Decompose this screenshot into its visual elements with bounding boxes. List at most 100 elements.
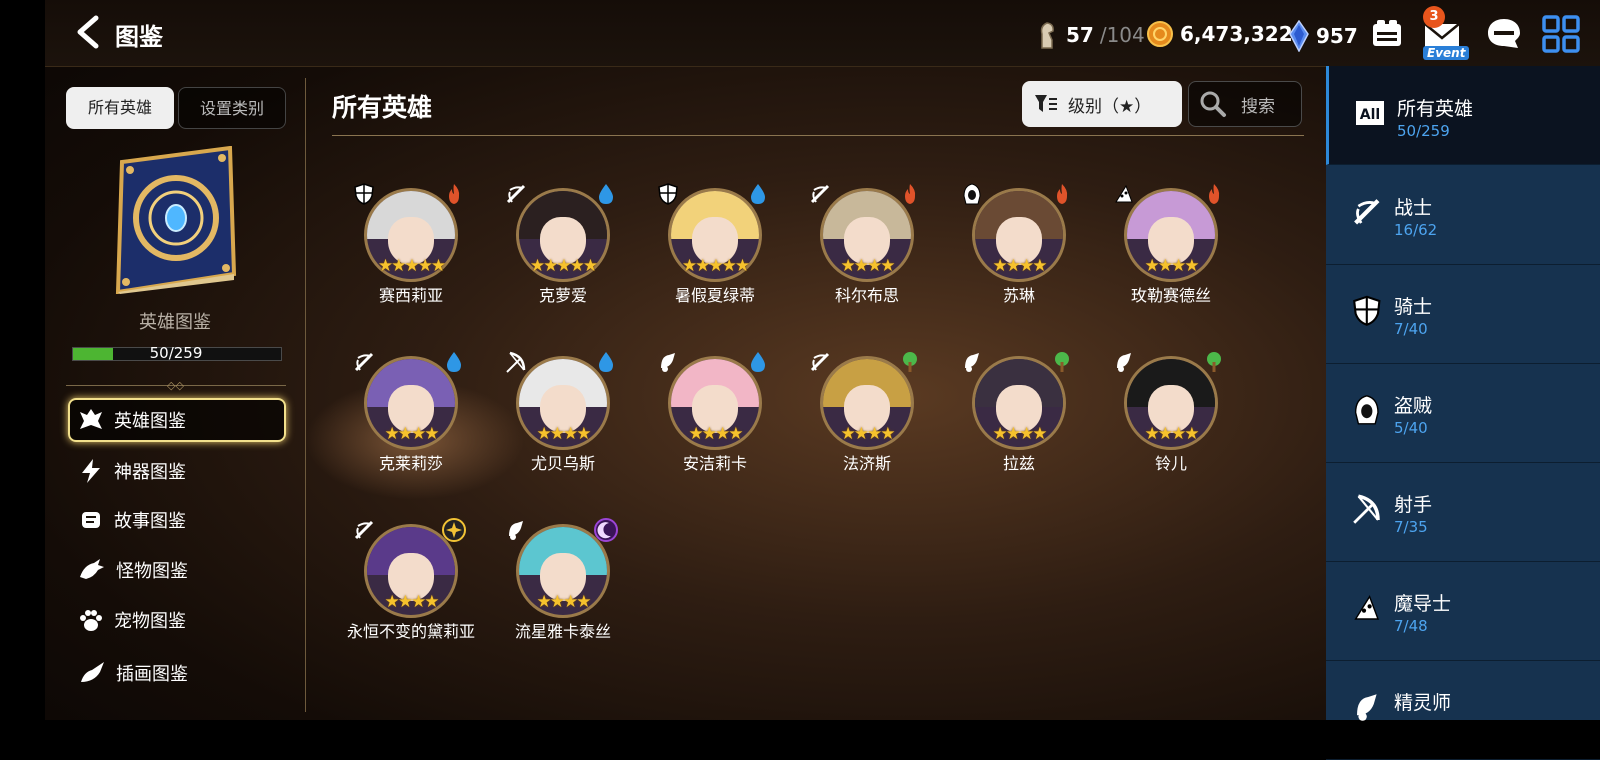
warrior-class-icon [354, 352, 374, 372]
brush-icon [81, 662, 104, 682]
category-count: 7/35 [1394, 518, 1428, 536]
menu-label: 神器图鉴 [114, 462, 186, 483]
menu-label: 插画图鉴 [116, 664, 188, 685]
hero-card[interactable]: ★★★★ 科尔布思 [794, 170, 944, 320]
paw-icon [80, 610, 102, 631]
water-element-icon [447, 352, 461, 372]
thief-class-icon [963, 183, 981, 205]
hero-card[interactable]: ★★★★★ 赛西莉亚 [338, 170, 488, 320]
hero-stars: ★★★★ [1144, 256, 1200, 276]
hero-card[interactable]: ★★★★ 玫勒赛德丝 [1098, 170, 1248, 320]
event-label: Event [1423, 46, 1470, 60]
knight-class-icon [354, 183, 374, 205]
category-item[interactable]: 精灵师 [1326, 660, 1600, 760]
priest-class-icon [1117, 353, 1131, 372]
lightning-icon [82, 459, 100, 483]
search-label: 搜索 [1241, 96, 1275, 117]
hero-stars: ★★★★ [536, 592, 592, 612]
hero-stars: ★★★★ [384, 424, 440, 444]
menu-label: 怪物图鉴 [116, 561, 188, 582]
water-element-icon [751, 184, 765, 204]
gold-amount: 6,473,322 [1180, 22, 1293, 46]
menu-illustration-codex[interactable]: 插画图鉴 [78, 651, 290, 695]
divider-ornament: ◇◇ [167, 379, 184, 392]
hero-name: 尤贝乌斯 [530, 454, 595, 473]
fire-element-icon [1057, 184, 1068, 204]
warrior-icon [1354, 199, 1380, 225]
bow-icon [1353, 494, 1380, 524]
hero-stars: ★★★★ [688, 424, 744, 444]
priest-class-icon [661, 353, 675, 372]
hero-card[interactable]: ★★★★ 拉兹 [946, 338, 1096, 488]
category-item[interactable]: 盗贼 5/40 [1326, 363, 1600, 463]
wizard-hat-icon [1354, 595, 1380, 620]
hero-card[interactable]: ★★★★ 克莱莉莎 [338, 338, 488, 488]
menu-monster-codex[interactable]: 怪物图鉴 [78, 548, 290, 592]
tab-all-heroes[interactable]: 所有英雄 [66, 87, 174, 129]
svg-text:All: All [1360, 107, 1380, 123]
menu-pet-codex[interactable]: 宠物图鉴 [78, 598, 290, 642]
water-element-icon [599, 184, 613, 204]
grid-menu-icon[interactable] [1541, 14, 1581, 54]
stamina-current: 57 [1066, 23, 1094, 47]
hero-card[interactable]: ★★★★ 流星雅卡泰丝 [490, 506, 640, 656]
category-count: 7/40 [1394, 320, 1428, 338]
knight-shield-icon [1353, 295, 1381, 326]
hero-name: 克莱莉莎 [378, 454, 443, 473]
knight-class-icon [658, 183, 678, 205]
hero-name: 玫勒赛德丝 [1130, 286, 1211, 305]
hero-card[interactable]: ★★★★ 尤贝乌斯 [490, 338, 640, 488]
hero-name: 苏琳 [1002, 286, 1035, 305]
category-count: 16/62 [1394, 221, 1438, 239]
party-icon[interactable] [1367, 14, 1407, 54]
dark-element-icon [594, 518, 618, 542]
tab-set-category[interactable]: 设置类别 [178, 87, 286, 129]
menu-story-codex[interactable]: 故事图鉴 [78, 498, 290, 542]
menu-artifact-codex[interactable]: 神器图鉴 [78, 449, 290, 493]
hero-stars: ★★★★ [1144, 424, 1200, 444]
hero-stars: ★★★★★ [529, 256, 598, 276]
chat-icon[interactable] [1484, 14, 1524, 54]
category-name: 骑士 [1394, 296, 1433, 318]
search-button[interactable]: 搜索 [1188, 81, 1302, 127]
hero-card[interactable]: ★★★★ 永恒不变的黛莉亚 [338, 506, 488, 656]
category-item[interactable]: 射手 7/35 [1326, 462, 1600, 562]
category-item[interactable]: All 所有英雄 50/259 [1326, 66, 1600, 165]
gold-display[interactable]: 6,473,322 [1146, 20, 1293, 48]
water-element-icon [599, 352, 613, 372]
hero-card[interactable]: ★★★★ 苏琳 [946, 170, 1096, 320]
panel-separator [305, 78, 306, 712]
warrior-class-icon [354, 520, 374, 540]
category-item[interactable]: 骑士 7/40 [1326, 264, 1600, 364]
hero-card[interactable]: ★★★★★ 克萝爱 [490, 170, 640, 320]
category-count: 7/48 [1394, 617, 1428, 635]
sort-button[interactable]: 级别（★） [1022, 81, 1182, 127]
hero-stars: ★★★★ [536, 424, 592, 444]
dragon-icon [80, 559, 104, 579]
crystal-display[interactable]: 957 [1288, 20, 1358, 52]
hero-card[interactable]: ★★★★ 安洁莉卡 [642, 338, 792, 488]
hero-card[interactable]: ★★★★★ 暑假夏绿蒂 [642, 170, 792, 320]
stamina-display[interactable]: 57/104 [1034, 20, 1145, 50]
hero-card[interactable]: ★★★★ 法济斯 [794, 338, 944, 488]
priest-class-icon [965, 353, 979, 372]
codex-label: 英雄图鉴 [139, 312, 211, 333]
mage-class-icon [1115, 184, 1133, 203]
hero-card[interactable]: ★★★★ 铃儿 [1098, 338, 1248, 488]
fire-element-icon [449, 184, 460, 204]
menu-label: 英雄图鉴 [114, 411, 186, 432]
category-item[interactable]: 魔导士 7/48 [1326, 561, 1600, 661]
category-count: 50/259 [1397, 122, 1450, 140]
hero-name: 赛西莉亚 [378, 286, 443, 305]
category-name: 魔导士 [1394, 593, 1452, 615]
category-item[interactable]: 战士 16/62 [1326, 165, 1600, 265]
menu-hero-codex[interactable]: 英雄图鉴 [68, 398, 286, 442]
hero-name: 铃儿 [1154, 454, 1187, 473]
warrior-class-icon [810, 184, 830, 204]
hero-stars: ★★★★ [384, 592, 440, 612]
hero-name: 科尔布思 [834, 286, 899, 305]
search-icon [1200, 91, 1226, 117]
filter-icon [1035, 95, 1057, 112]
spirit-icon [1357, 694, 1377, 721]
back-arrow-icon[interactable] [70, 14, 106, 50]
